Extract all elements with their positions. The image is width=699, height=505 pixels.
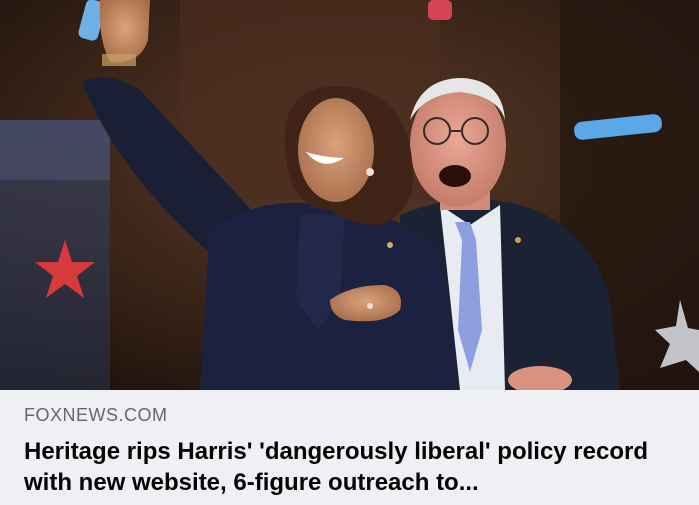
red-confetti xyxy=(428,0,452,20)
left-screen-stripe xyxy=(0,120,110,180)
article-photo[interactable] xyxy=(0,0,699,390)
source-domain: FOXNEWS.COM xyxy=(24,405,168,425)
article-headline[interactable]: Heritage rips Harris' 'dangerously liber… xyxy=(24,436,664,498)
link-preview-card[interactable]: FOXNEWS.COM Heritage rips Harris' 'dange… xyxy=(0,0,699,505)
link-preview-caption[interactable]: FOXNEWS.COM Heritage rips Harris' 'dange… xyxy=(0,390,699,505)
